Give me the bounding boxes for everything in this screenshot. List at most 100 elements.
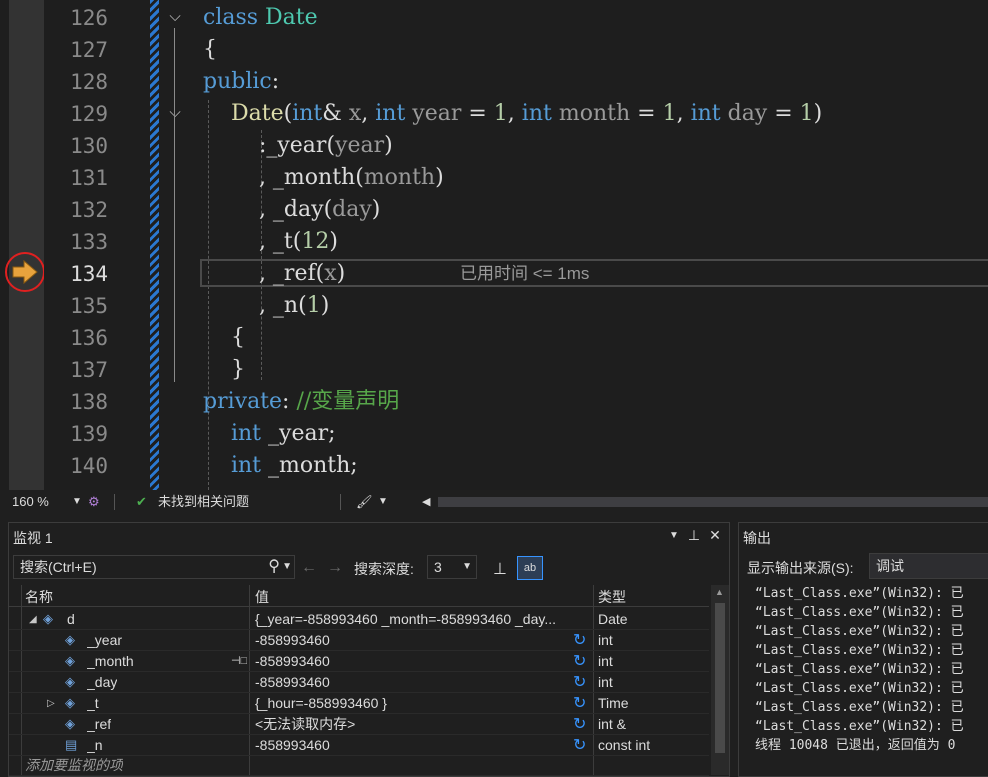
- watch-name[interactable]: _year: [87, 630, 122, 651]
- panel-menu-icon[interactable]: ▼: [665, 530, 683, 541]
- change-tracking-bar: [150, 0, 159, 490]
- watch-type: int &: [598, 716, 627, 732]
- code-line[interactable]: class Date: [203, 2, 318, 34]
- column-value-header[interactable]: 值: [255, 587, 269, 607]
- issues-status[interactable]: 未找到相关问题: [158, 490, 249, 514]
- watch-value[interactable]: {_year=-858993460 _month=-858993460 _day…: [255, 609, 567, 630]
- search-input[interactable]: 搜索(Ctrl+E) ⚲ ▼: [13, 555, 295, 579]
- vertical-scrollbar[interactable]: ▲: [711, 585, 729, 775]
- scrollbar-thumb[interactable]: [715, 603, 725, 753]
- watch-row[interactable]: ◢ ◈ d {_year=-858993460 _month=-858993460 _…: [9, 609, 709, 630]
- code-line[interactable]: int _month;: [203, 450, 358, 482]
- output-line: “Last_Class.exe”(Win32): 已: [755, 681, 964, 696]
- watch-value[interactable]: <无法读取内存>: [255, 714, 567, 735]
- code-editor[interactable]: 126 127 128 129 130 131 132 133 134 135 136 137 138 1…: [0, 0, 988, 490]
- code-line[interactable]: }: [203, 354, 245, 386]
- code-line[interactable]: Date(int& x, int year = 1, int month = 1…: [203, 98, 822, 130]
- intellicode-icon[interactable]: ⚙: [88, 490, 100, 514]
- line-number: 140: [70, 454, 108, 478]
- watch-row[interactable]: ▷ ◈ _t {_hour=-858993460 } ↻ Time: [9, 693, 709, 714]
- watch-name[interactable]: _day: [87, 672, 117, 693]
- watch-row[interactable]: ◈ _year -858993460 ↻ int: [9, 630, 709, 651]
- watch-value[interactable]: {_hour=-858993460 }: [255, 693, 567, 714]
- watch-value[interactable]: -858993460: [255, 630, 567, 651]
- collapse-class-icon[interactable]: ⌵: [166, 7, 184, 25]
- code-line[interactable]: private: //变量声明: [203, 386, 399, 418]
- watch-row[interactable]: ◈ _month ⊣□ -858993460 ↻ int: [9, 651, 709, 672]
- refresh-icon[interactable]: ↻: [573, 672, 586, 693]
- forward-arrow-icon[interactable]: →: [327, 559, 343, 577]
- watch-name[interactable]: _month: [87, 651, 134, 672]
- code-token: int: [375, 101, 413, 126]
- column-name-header[interactable]: 名称: [25, 587, 53, 607]
- collapse-icon[interactable]: ◢: [29, 609, 37, 630]
- line-number: 134: [70, 262, 108, 286]
- search-icon[interactable]: ⚲: [268, 556, 280, 578]
- code-token: &: [322, 101, 349, 126]
- pin-to-source-icon[interactable]: ⊣□: [231, 651, 247, 672]
- search-depth-select[interactable]: 3 ▼: [427, 555, 477, 579]
- refresh-icon[interactable]: ↻: [573, 714, 586, 735]
- watch-name[interactable]: _n: [87, 735, 103, 756]
- depth-dropdown-icon[interactable]: ▼: [462, 556, 472, 578]
- code-token: ): [320, 293, 330, 318]
- watch-value[interactable]: -858993460: [255, 672, 567, 693]
- watch-name[interactable]: _t: [87, 693, 99, 714]
- refresh-icon[interactable]: ↻: [573, 630, 586, 651]
- watch-panel-title[interactable]: 监视 1: [13, 528, 53, 548]
- collapse-constructor-icon[interactable]: ⌵: [166, 103, 184, 121]
- output-source-select[interactable]: 调试: [869, 553, 988, 579]
- add-watch-placeholder[interactable]: 添加要监视的项: [25, 755, 123, 776]
- add-watch-row[interactable]: 添加要监视的项: [9, 755, 709, 776]
- watch-name[interactable]: _ref: [87, 714, 111, 735]
- pin-source-icon[interactable]: ⊥: [493, 559, 507, 579]
- watch-row[interactable]: ◈ _day -858993460 ↻ int: [9, 672, 709, 693]
- output-panel: 输出 显示输出来源(S): 调试 “Last_Class.exe”(Win32)…: [738, 522, 988, 777]
- glyph-margin[interactable]: [0, 0, 44, 490]
- output-line: “Last_Class.exe”(Win32): 已: [755, 700, 964, 715]
- field-icon: ◈: [65, 716, 75, 731]
- code-line[interactable]: , _day(day): [203, 194, 380, 226]
- code-line[interactable]: , _ref(x): [203, 258, 345, 290]
- back-arrow-icon[interactable]: ←: [301, 559, 317, 577]
- watch-name[interactable]: d: [67, 609, 75, 630]
- output-panel-title[interactable]: 输出: [743, 528, 771, 548]
- zoom-level[interactable]: 160 %: [12, 490, 49, 514]
- search-depth-label: 搜索深度:: [354, 561, 414, 577]
- line-number-gutter: 126 127 128 129 130 131 132 133 134 135 136 137 138 1…: [44, 0, 112, 490]
- scroll-left-icon[interactable]: ◀: [422, 490, 430, 514]
- code-cleanup-icon[interactable]: 🖌: [356, 490, 373, 514]
- code-line[interactable]: , _t(12): [203, 226, 338, 258]
- code-line[interactable]: , _n(1): [203, 290, 329, 322]
- column-type-header[interactable]: 类型: [598, 587, 626, 607]
- code-line[interactable]: int _year;: [203, 418, 336, 450]
- scroll-up-icon[interactable]: ▲: [715, 587, 724, 597]
- refresh-icon[interactable]: ↻: [573, 735, 586, 756]
- line-number: 129: [70, 102, 108, 126]
- pin-icon[interactable]: ⊥: [685, 527, 703, 544]
- panel-gap: [0, 514, 988, 522]
- watch-value[interactable]: -858993460: [255, 735, 567, 756]
- watch-row[interactable]: ▤ _n -858993460 ↻ const int: [9, 735, 709, 756]
- code-line[interactable]: , _month(month): [203, 162, 444, 194]
- hex-display-icon[interactable]: ab: [517, 556, 543, 580]
- code-token: int: [690, 101, 728, 126]
- refresh-icon[interactable]: ↻: [573, 693, 586, 714]
- code-line[interactable]: :_year(year): [203, 130, 393, 162]
- search-dropdown-icon[interactable]: ▼: [282, 556, 292, 578]
- perf-tip[interactable]: 已用时间 <= 1ms: [460, 258, 589, 290]
- line-number: 130: [70, 134, 108, 158]
- code-token: ): [813, 101, 823, 126]
- code-line[interactable]: public:: [203, 66, 279, 98]
- code-line[interactable]: {: [203, 322, 245, 354]
- watch-value[interactable]: -858993460: [255, 651, 567, 672]
- code-line[interactable]: {: [203, 34, 217, 66]
- expand-icon[interactable]: ▷: [47, 693, 55, 714]
- cleanup-dropdown-icon[interactable]: ▼: [378, 490, 388, 514]
- horizontal-scrollbar[interactable]: [438, 497, 988, 507]
- zoom-dropdown-icon[interactable]: ▼: [72, 490, 82, 514]
- field-icon: ◈: [65, 695, 75, 710]
- refresh-icon[interactable]: ↻: [573, 651, 586, 672]
- watch-row[interactable]: ◈ _ref <无法读取内存> ↻ int &: [9, 714, 709, 735]
- close-icon[interactable]: ✕: [706, 527, 724, 544]
